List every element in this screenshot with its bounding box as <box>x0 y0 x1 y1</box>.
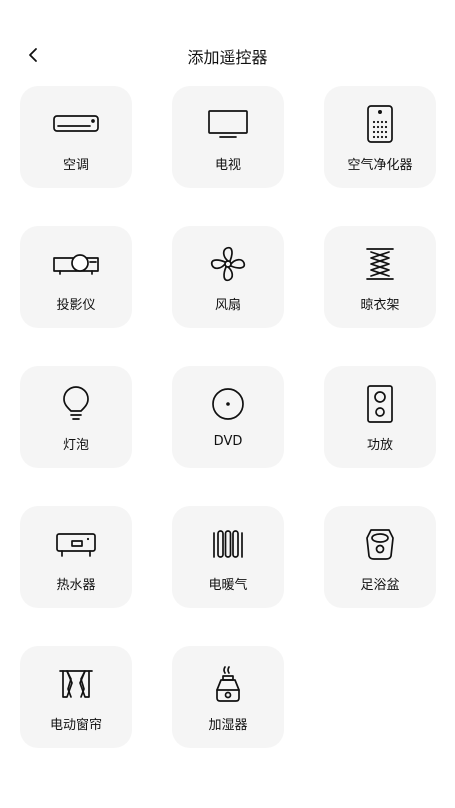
device-grid: 空调 电视 空气净化器 投影仪 风扇 晾衣架 灯泡 DVD 功放 热水器 电暖气… <box>20 86 436 748</box>
device-label: 电暖气 <box>208 578 248 593</box>
device-label: 投影仪 <box>56 298 96 313</box>
device-tile-projector[interactable]: 投影仪 <box>20 226 132 328</box>
device-label: 空气净化器 <box>347 158 413 173</box>
device-tile-dvd[interactable]: DVD <box>172 366 284 468</box>
device-label: 功放 <box>366 438 393 453</box>
device-tile-foot-bath[interactable]: 足浴盆 <box>324 506 436 608</box>
dvd-icon <box>212 388 244 420</box>
device-tile-air-conditioner[interactable]: 空调 <box>20 86 132 188</box>
device-label: 足浴盆 <box>360 578 400 593</box>
air-conditioner-icon <box>53 115 99 132</box>
humidifier-icon <box>216 666 240 702</box>
fan-icon <box>210 246 246 282</box>
device-label: 空调 <box>62 158 89 173</box>
device-label: 晾衣架 <box>360 298 400 313</box>
water-heater-icon <box>56 533 96 557</box>
device-label: 电视 <box>214 158 241 173</box>
amplifier-icon <box>367 385 393 423</box>
electric-heater-icon <box>213 530 243 558</box>
device-label: 电动窗帘 <box>49 718 102 733</box>
clothes-rack-icon <box>366 248 394 280</box>
light-bulb-icon <box>63 386 89 420</box>
device-tile-amplifier[interactable]: 功放 <box>324 366 436 468</box>
device-tile-tv[interactable]: 电视 <box>172 86 284 188</box>
device-tile-humidifier[interactable]: 加湿器 <box>172 646 284 748</box>
device-tile-water-heater[interactable]: 热水器 <box>20 506 132 608</box>
tv-icon <box>208 110 248 138</box>
device-label: 加湿器 <box>208 718 248 733</box>
page-title: 添加遥控器 <box>187 48 268 67</box>
device-tile-fan[interactable]: 风扇 <box>172 226 284 328</box>
device-label: 灯泡 <box>62 438 89 453</box>
device-tile-electric-heater[interactable]: 电暖气 <box>172 506 284 608</box>
electric-curtain-icon <box>59 670 93 698</box>
device-tile-electric-curtain[interactable]: 电动窗帘 <box>20 646 132 748</box>
device-label: DVD <box>213 434 243 449</box>
device-tile-clothes-rack[interactable]: 晾衣架 <box>324 226 436 328</box>
device-label: 热水器 <box>56 578 96 593</box>
device-tile-light-bulb[interactable]: 灯泡 <box>20 366 132 468</box>
projector-icon <box>53 254 99 275</box>
air-purifier-icon <box>367 105 393 143</box>
device-label: 风扇 <box>214 298 241 313</box>
foot-bath-icon <box>366 529 394 560</box>
device-tile-air-purifier[interactable]: 空气净化器 <box>324 86 436 188</box>
